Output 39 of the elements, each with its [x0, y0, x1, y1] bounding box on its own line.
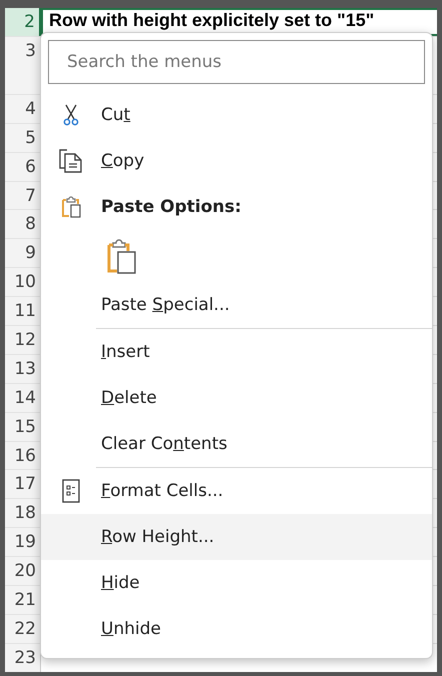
menu-item[interactable]: Hide: [41, 560, 432, 606]
menu-item[interactable]: Insert: [41, 329, 432, 375]
row-header[interactable]: 2: [5, 8, 41, 36]
clipboard-icon: [61, 196, 81, 218]
menu-item[interactable]: Cut: [41, 92, 432, 138]
scissors-icon: [63, 104, 79, 126]
row-header[interactable]: 6: [5, 152, 41, 181]
row-header[interactable]: 4: [5, 94, 41, 123]
row-header[interactable]: 17: [5, 470, 41, 498]
row-header[interactable]: 13: [5, 354, 41, 383]
copy-icon: [59, 149, 83, 173]
row-header[interactable]: 7: [5, 182, 41, 210]
row-header[interactable]: 10: [5, 268, 41, 296]
form-icon: [62, 479, 80, 503]
row-header[interactable]: 3: [5, 36, 41, 94]
row-header[interactable]: 20: [5, 557, 41, 586]
row-header[interactable]: 16: [5, 442, 41, 470]
cell-text: Row with height explicitely set to "15": [48, 10, 374, 31]
menu-item[interactable]: Delete: [41, 375, 432, 421]
menu-item[interactable]: Unhide: [41, 606, 432, 652]
row-header[interactable]: 22: [5, 614, 41, 643]
row-header[interactable]: 15: [5, 412, 41, 441]
menu-item[interactable]: Clear Contents: [41, 421, 432, 467]
menu-heading: Paste Options:: [101, 197, 242, 217]
row-header[interactable]: 9: [5, 239, 41, 268]
row-header[interactable]: 11: [5, 297, 41, 326]
row-header[interactable]: 18: [5, 499, 41, 528]
row-header[interactable]: 14: [5, 384, 41, 412]
menu-item[interactable]: Row Height...: [41, 514, 432, 560]
menu-item[interactable]: Format Cells...: [41, 468, 432, 514]
menu-item[interactable]: Copy: [41, 138, 432, 184]
row-header[interactable]: 5: [5, 124, 41, 152]
menu-item[interactable]: Paste Special...: [41, 282, 432, 328]
row-header[interactable]: 12: [5, 326, 41, 354]
row-header[interactable]: 8: [5, 210, 41, 238]
row-header[interactable]: 21: [5, 586, 41, 614]
row-header[interactable]: 23: [5, 644, 41, 672]
search-field[interactable]: Search the menus: [48, 40, 425, 84]
row-header[interactable]: 19: [5, 528, 41, 556]
